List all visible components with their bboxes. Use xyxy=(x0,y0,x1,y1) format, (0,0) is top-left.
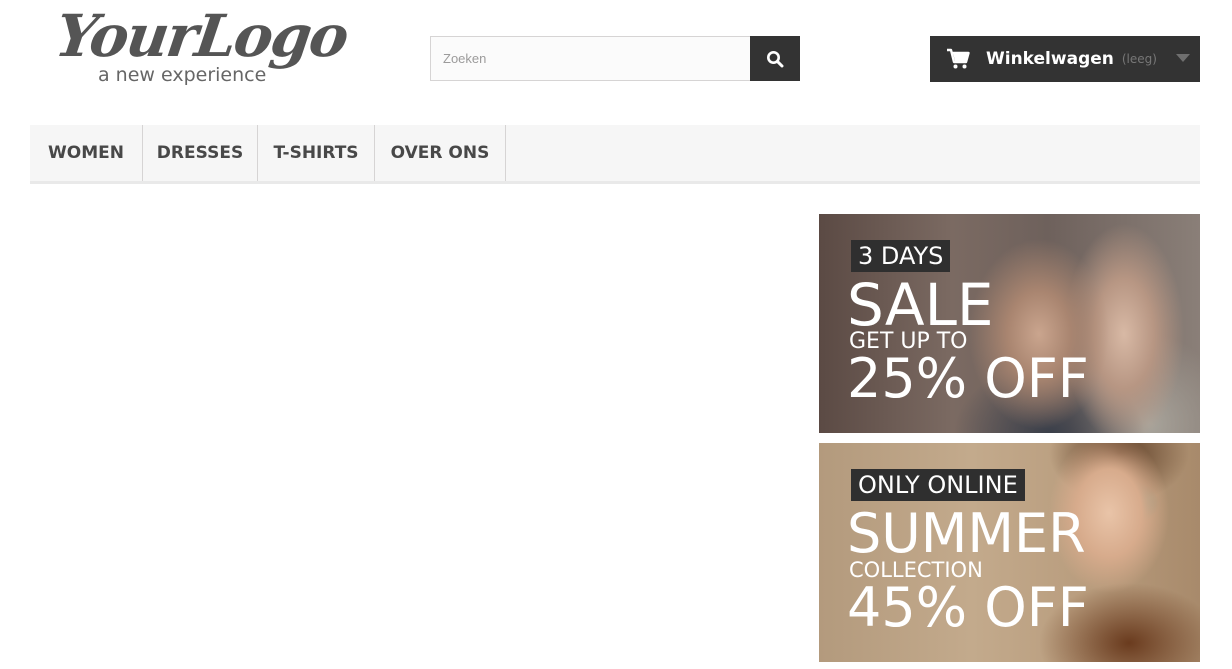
cart-button[interactable]: Winkelwagen (leeg) xyxy=(930,36,1200,82)
banner-tag: 3 DAYS xyxy=(851,240,951,272)
search-icon xyxy=(767,50,784,67)
banner-headline: SUMMER xyxy=(847,502,1086,565)
search-input[interactable] xyxy=(430,36,750,81)
promo-banner-summer[interactable]: ONLY ONLINE SUMMER COLLECTION 45% OFF xyxy=(819,443,1200,662)
main-menu: Women Dresses T-shirts Over ons xyxy=(30,125,1200,184)
banner-tag: ONLY ONLINE xyxy=(851,469,1025,501)
site-logo[interactable]: YourLogo a new experience xyxy=(51,2,351,92)
logo-tagline: a new experience xyxy=(98,64,267,86)
cart-icon xyxy=(947,48,970,69)
page: YourLogo a new experience Winkelwagen (l… xyxy=(0,0,1232,669)
menu-item-women[interactable]: Women xyxy=(30,125,143,181)
menu-item-dresses[interactable]: Dresses xyxy=(143,125,258,181)
menu-item-over-ons[interactable]: Over ons xyxy=(375,125,506,181)
banner-headline: SALE xyxy=(847,271,994,339)
search-bar xyxy=(430,36,800,81)
banner-offer: 25% OFF xyxy=(847,347,1089,410)
banner-offer: 45% OFF xyxy=(847,576,1089,639)
chevron-down-icon xyxy=(1176,54,1190,62)
search-button[interactable] xyxy=(750,36,800,81)
cart-status: (leeg) xyxy=(1121,52,1157,66)
menu-item-t-shirts[interactable]: T-shirts xyxy=(258,125,375,181)
promo-banner-sale[interactable]: 3 DAYS SALE GET UP TO 25% OFF xyxy=(819,214,1200,433)
logo-wordmark: YourLogo xyxy=(51,2,352,70)
cart-label: Winkelwagen xyxy=(986,49,1114,69)
